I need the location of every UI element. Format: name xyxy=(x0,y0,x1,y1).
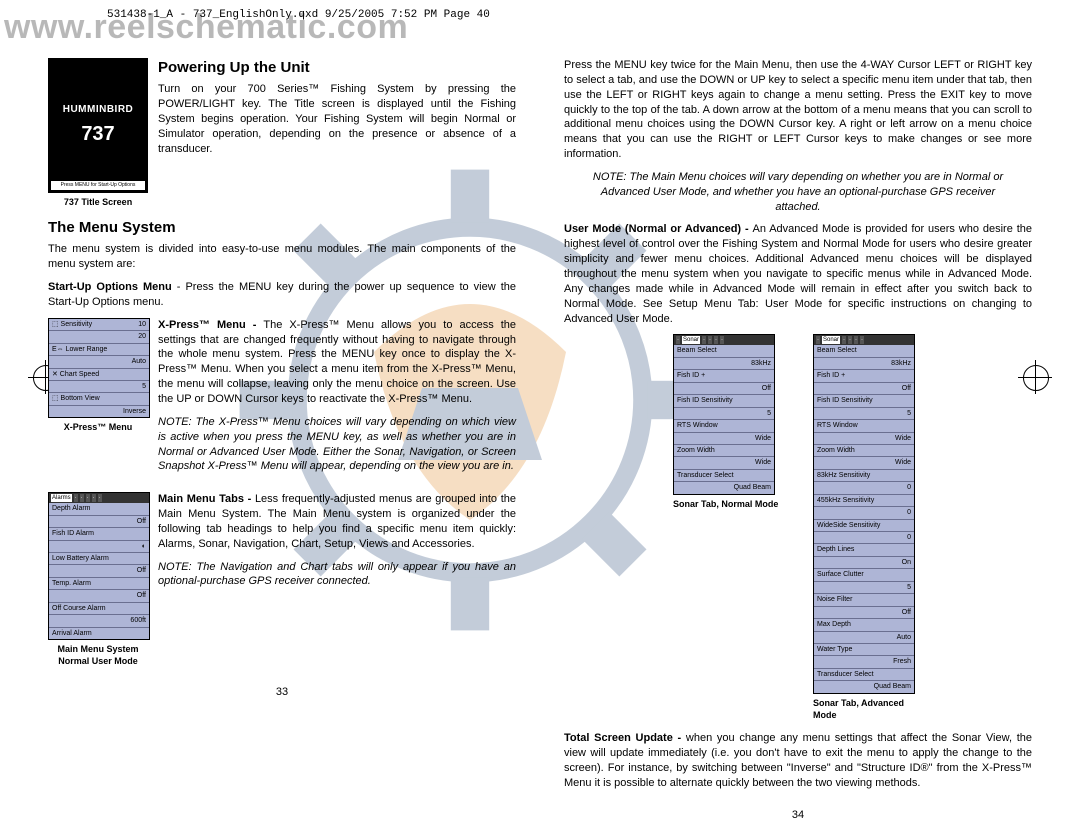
para-total-screen: Total Screen Update - when you change an… xyxy=(564,731,1032,790)
note-xpress: NOTE: The X-Press™ Menu choices will var… xyxy=(158,415,516,474)
para-xpress: X-Press™ Menu - The X-Press™ Menu allows… xyxy=(158,318,516,407)
sonar-normal-caption: Sonar Tab, Normal Mode xyxy=(673,498,783,510)
para-powering-up: Turn on your 700 Series™ Fishing System … xyxy=(158,82,516,156)
left-page: HUMMINBIRD 737 Press MENU for Start-Up O… xyxy=(48,58,516,823)
para-press-menu: Press the MENU key twice for the Main Me… xyxy=(564,58,1032,162)
xpress-menu-caption: X-Press™ Menu xyxy=(48,421,148,433)
main-menu-caption: Main Menu System Normal User Mode xyxy=(48,643,148,667)
para-startup-menu: Start-Up Options Menu - Press the MENU k… xyxy=(48,280,516,310)
heading-menu-system: The Menu System xyxy=(48,218,516,238)
page-number-left: 33 xyxy=(48,685,516,700)
main-menu-figure: Alarms····· Depth AlarmOffFish ID Alarm◐… xyxy=(48,492,150,640)
note-mainmenu-vary: NOTE: The Main Menu choices will vary de… xyxy=(564,170,1032,215)
note-mainmenu: NOTE: The Navigation and Chart tabs will… xyxy=(158,560,516,590)
para-menu-intro: The menu system is divided into easy-to-… xyxy=(48,242,516,272)
heading-powering-up: Powering Up the Unit xyxy=(158,58,516,78)
para-mainmenu: Main Menu Tabs - Less frequently-adjuste… xyxy=(158,492,516,551)
title-screen-figure: HUMMINBIRD 737 Press MENU for Start-Up O… xyxy=(48,58,148,193)
para-user-mode: User Mode (Normal or Advanced) - An Adva… xyxy=(564,222,1032,326)
title-screen-caption: 737 Title Screen xyxy=(48,196,148,208)
xpress-menu-figure: ⬚ Sensitivity1020E⇔ Lower RangeAuto✕ Cha… xyxy=(48,318,150,419)
sonar-normal-figure: ·Sonar···· Beam Select83kHzFish ID +OffF… xyxy=(673,334,775,494)
right-page: Press the MENU key twice for the Main Me… xyxy=(564,58,1032,823)
sonar-advanced-figure: ·Sonar···· Beam Select83kHzFish ID +OffF… xyxy=(813,334,915,693)
sonar-advanced-caption: Sonar Tab, Advanced Mode xyxy=(813,697,923,721)
page-number-right: 34 xyxy=(564,808,1032,823)
running-header: 531438-1_A - 737_EnglishOnly.qxd 9/25/20… xyxy=(107,9,490,21)
